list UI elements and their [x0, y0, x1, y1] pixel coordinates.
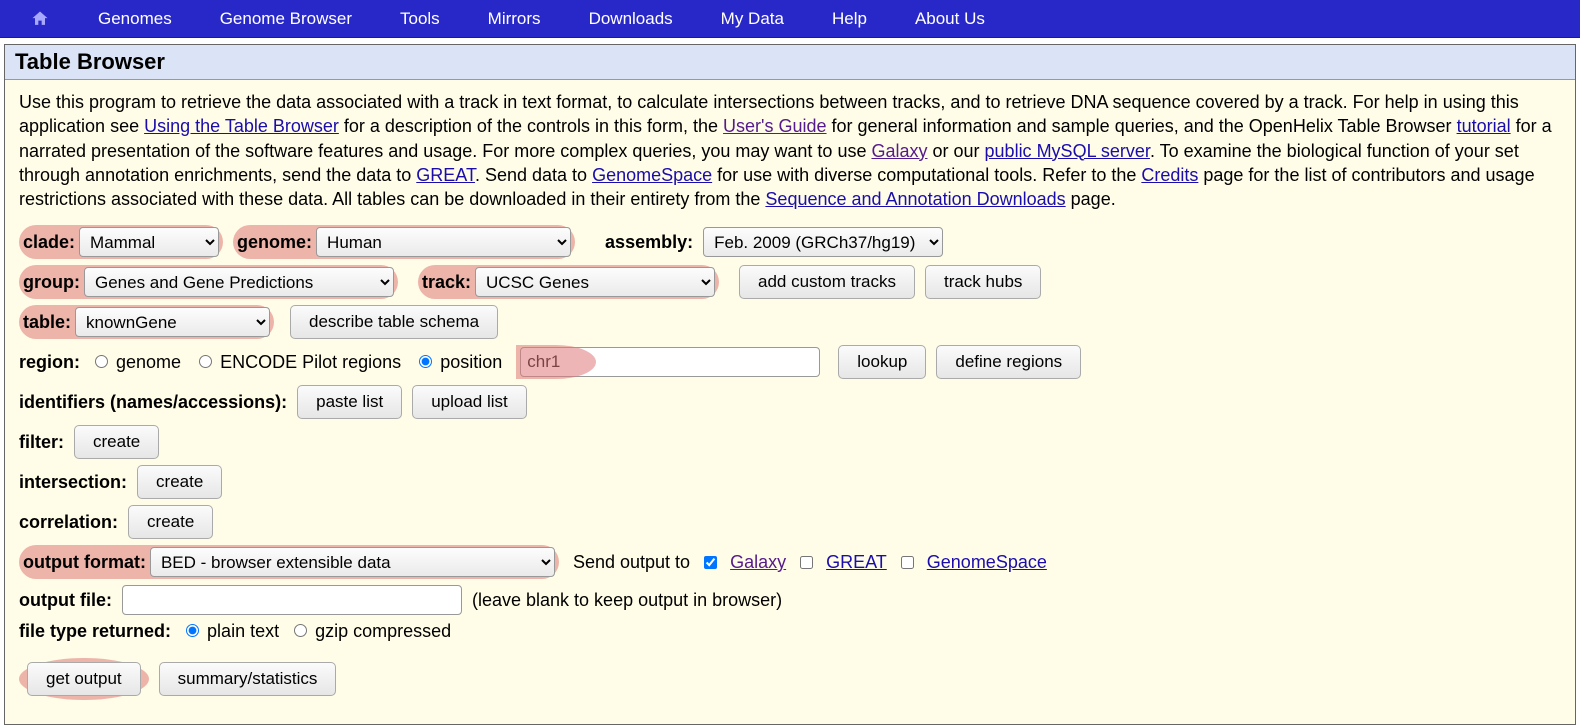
- link-great[interactable]: GREAT: [416, 165, 475, 185]
- group-select[interactable]: Genes and Gene Predictions: [84, 267, 394, 297]
- nav-my-data[interactable]: My Data: [721, 9, 784, 29]
- track-select[interactable]: UCSC Genes: [475, 267, 715, 297]
- clade-select[interactable]: Mammal: [79, 227, 219, 257]
- label-genome: genome:: [237, 232, 312, 253]
- lookup-button[interactable]: lookup: [838, 345, 926, 379]
- send-genomespace-checkbox[interactable]: [901, 556, 914, 569]
- table-select[interactable]: knownGene: [75, 307, 270, 337]
- file-type-plain-radio[interactable]: [186, 624, 199, 637]
- label-intersection: intersection:: [19, 472, 127, 493]
- label-track: track:: [422, 272, 471, 293]
- label-output-file: output file:: [19, 590, 112, 611]
- link-downloads[interactable]: Sequence and Annotation Downloads: [765, 189, 1065, 209]
- track-hubs-button[interactable]: track hubs: [925, 265, 1041, 299]
- link-genomespace[interactable]: GenomeSpace: [592, 165, 712, 185]
- link-users-guide[interactable]: User's Guide: [723, 116, 826, 136]
- label-table: table:: [23, 312, 71, 333]
- assembly-select[interactable]: Feb. 2009 (GRCh37/hg19): [703, 227, 943, 257]
- nav-mirrors[interactable]: Mirrors: [488, 9, 541, 29]
- send-great-link[interactable]: GREAT: [826, 552, 887, 573]
- add-custom-tracks-button[interactable]: add custom tracks: [739, 265, 915, 299]
- label-assembly: assembly:: [605, 232, 693, 253]
- region-radio-group: genome ENCODE Pilot regions position: [90, 352, 510, 373]
- nav-downloads[interactable]: Downloads: [589, 9, 673, 29]
- nav-about-us[interactable]: About Us: [915, 9, 985, 29]
- nav-genome-browser[interactable]: Genome Browser: [220, 9, 352, 29]
- send-great-checkbox[interactable]: [800, 556, 813, 569]
- link-tutorial[interactable]: tutorial: [1457, 116, 1511, 136]
- label-correlation: correlation:: [19, 512, 118, 533]
- page-title: Table Browser: [5, 45, 1575, 80]
- genome-select[interactable]: Human: [316, 227, 571, 257]
- region-position-radio[interactable]: [419, 355, 432, 368]
- nav-genomes[interactable]: Genomes: [98, 9, 172, 29]
- link-galaxy[interactable]: Galaxy: [871, 141, 927, 161]
- link-credits[interactable]: Credits: [1141, 165, 1198, 185]
- region-genome-radio[interactable]: [95, 355, 108, 368]
- label-identifiers: identifiers (names/accessions):: [19, 392, 287, 413]
- link-mysql[interactable]: public MySQL server: [985, 141, 1150, 161]
- send-galaxy-checkbox[interactable]: [704, 556, 717, 569]
- file-type-gzip-radio[interactable]: [294, 624, 307, 637]
- intro-text: Use this program to retrieve the data as…: [19, 90, 1561, 211]
- link-using-table-browser[interactable]: Using the Table Browser: [144, 116, 339, 136]
- output-format-select[interactable]: BED - browser extensible data: [150, 547, 555, 577]
- output-file-hint: (leave blank to keep output in browser): [472, 590, 782, 611]
- label-region: region:: [19, 352, 80, 373]
- top-nav: Genomes Genome Browser Tools Mirrors Dow…: [0, 0, 1580, 38]
- upload-list-button[interactable]: upload list: [412, 385, 527, 419]
- send-galaxy-link[interactable]: Galaxy: [730, 552, 786, 573]
- home-icon[interactable]: [30, 9, 50, 29]
- position-input[interactable]: [520, 347, 820, 377]
- correlation-create-button[interactable]: create: [128, 505, 213, 539]
- output-file-input[interactable]: [122, 585, 462, 615]
- label-group: group:: [23, 272, 80, 293]
- describe-schema-button[interactable]: describe table schema: [290, 305, 498, 339]
- intersection-create-button[interactable]: create: [137, 465, 222, 499]
- filter-create-button[interactable]: create: [74, 425, 159, 459]
- summary-button[interactable]: summary/statistics: [159, 662, 337, 696]
- label-filter: filter:: [19, 432, 64, 453]
- label-output-format: output format:: [23, 552, 146, 573]
- send-genomespace-link[interactable]: GenomeSpace: [927, 552, 1047, 573]
- label-file-type: file type returned:: [19, 621, 171, 642]
- get-output-button[interactable]: get output: [27, 662, 141, 696]
- label-clade: clade:: [23, 232, 75, 253]
- send-output-label: Send output to: [573, 552, 690, 573]
- nav-help[interactable]: Help: [832, 9, 867, 29]
- region-encode-radio[interactable]: [199, 355, 212, 368]
- nav-tools[interactable]: Tools: [400, 9, 440, 29]
- define-regions-button[interactable]: define regions: [936, 345, 1081, 379]
- paste-list-button[interactable]: paste list: [297, 385, 402, 419]
